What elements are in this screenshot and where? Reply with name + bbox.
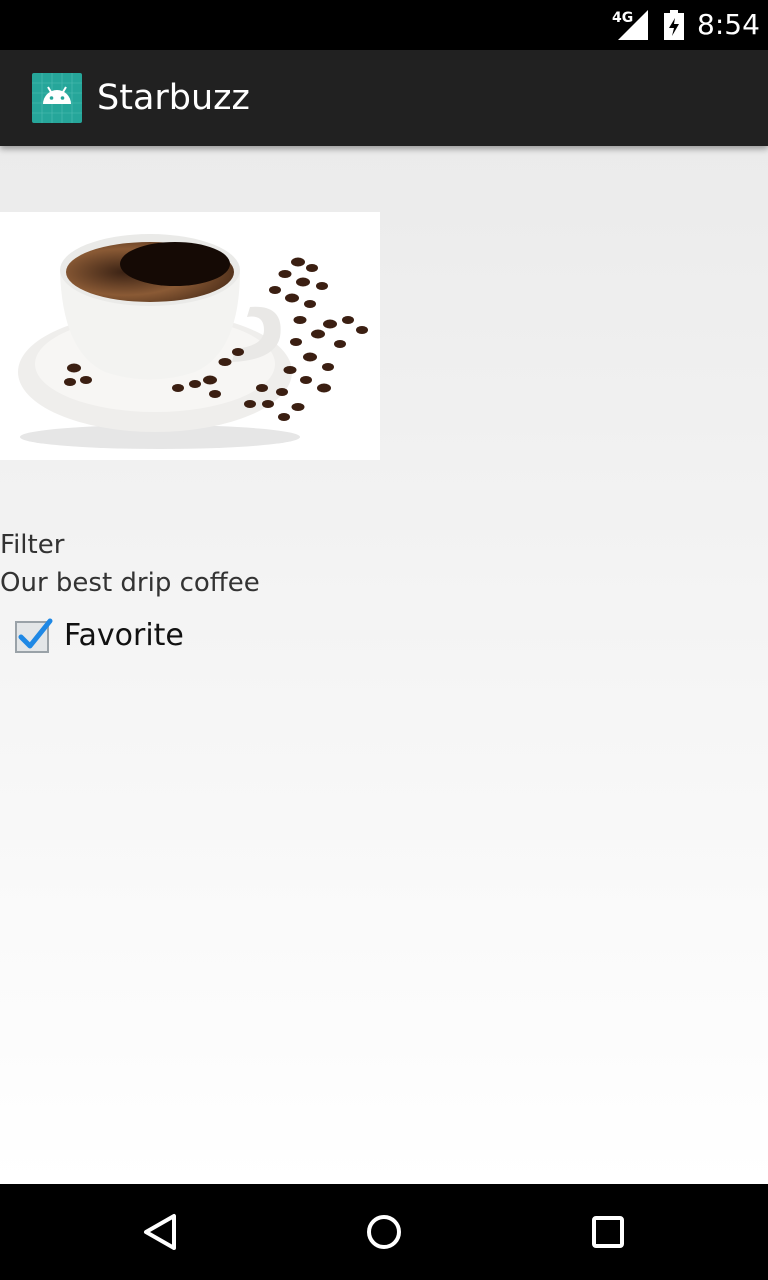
app-title: Starbuzz [97,78,250,118]
action-bar: Starbuzz [0,50,768,146]
signal-icon [618,10,648,40]
favorite-checkbox[interactable] [12,616,56,656]
recents-icon[interactable] [584,1208,632,1256]
drink-detail: Filter Our best drip coffee Favorite [0,146,768,1184]
battery-icon [664,10,684,40]
navigation-bar [0,1184,768,1280]
favorite-label[interactable]: Favorite [64,618,184,653]
drink-description: Our best drip coffee [0,568,260,598]
coffee-cup-image [0,212,380,460]
drink-name: Filter [0,530,65,560]
status-bar: 4G 8:54 [0,0,768,50]
home-icon[interactable] [360,1208,408,1256]
back-icon[interactable] [136,1208,184,1256]
android-icon [32,73,82,123]
clock: 8:54 [697,8,760,41]
